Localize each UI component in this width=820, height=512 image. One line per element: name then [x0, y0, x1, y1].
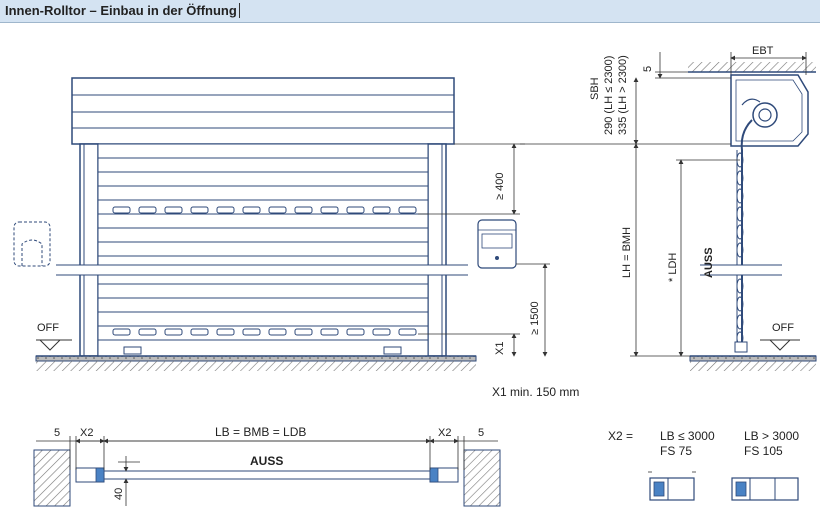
x1-minimum-note: X1 min. 150 mm: [492, 385, 579, 399]
floor-level-icon-right: [768, 339, 792, 351]
side-guide-left: [79, 143, 99, 357]
dim-lb-bmb-ldb: LB = BMB = LDB: [215, 425, 306, 439]
off-label-right: OFF: [772, 322, 794, 334]
dim-ldh: * LDH: [667, 253, 679, 282]
x2-fs75: FS 75: [660, 444, 692, 458]
profile-fs75: [648, 471, 696, 501]
dim-ebt: EBT: [752, 45, 774, 57]
title-bar: Innen-Rolltor – Einbau in der Öffnung: [0, 0, 820, 23]
front-view: OFF ≥ 400 ≥ 1500 X1 X1 min. 150 mm: [13, 77, 579, 399]
dim-x2-right: X2: [438, 427, 451, 439]
dim-five-right: 5: [478, 427, 484, 439]
profile-fs105: [731, 477, 799, 501]
dim-forty: 40: [113, 488, 125, 500]
dim-min-400: ≥ 400: [494, 173, 506, 200]
dim-min-1500: ≥ 1500: [529, 301, 541, 335]
auss-side-label: AUSS: [703, 247, 715, 278]
dim-sbh-290: 290 (LH ≤ 2300): [603, 56, 615, 135]
wall-right: [463, 449, 501, 507]
auss-plan-label: AUSS: [250, 454, 283, 468]
page-title: Innen-Rolltor – Einbau in der Öffnung: [5, 3, 240, 18]
dim-sbh-335: 335 (LH > 2300): [617, 55, 629, 135]
wall-left: [33, 449, 71, 507]
dim-x2-left: X2: [80, 427, 93, 439]
floor-level-icon: [38, 339, 62, 351]
door-curtain: [97, 143, 429, 357]
x2-fs105: FS 105: [744, 444, 783, 458]
optional-control-box: [13, 221, 51, 267]
dim-x1: X1: [494, 342, 506, 355]
dim-five-left: 5: [54, 427, 60, 439]
installation-diagram: OFF ≥ 400 ≥ 1500 X1 X1 min. 150 mm EBT O…: [13, 45, 817, 507]
side-view: EBT OFF 5 SBH 290 (LH ≤ 2300) 335 (LH > …: [520, 45, 817, 371]
roller-housing: [71, 77, 455, 145]
dim-sbh: SBH: [589, 77, 601, 100]
off-label-left: OFF: [37, 322, 59, 334]
x2-lb-gt-3000: LB > 3000: [744, 429, 799, 443]
side-guide-right: [427, 143, 447, 357]
dim-five-top: 5: [642, 66, 654, 72]
dim-lh-bmh: LH = BMH: [621, 227, 633, 278]
x2-equals: X2 =: [608, 429, 633, 443]
plan-view: AUSS 5 X2 LB = BMB = LDB X2 5 40 X2 = LB…: [33, 425, 799, 507]
x2-lb-le-3000: LB ≤ 3000: [660, 429, 715, 443]
